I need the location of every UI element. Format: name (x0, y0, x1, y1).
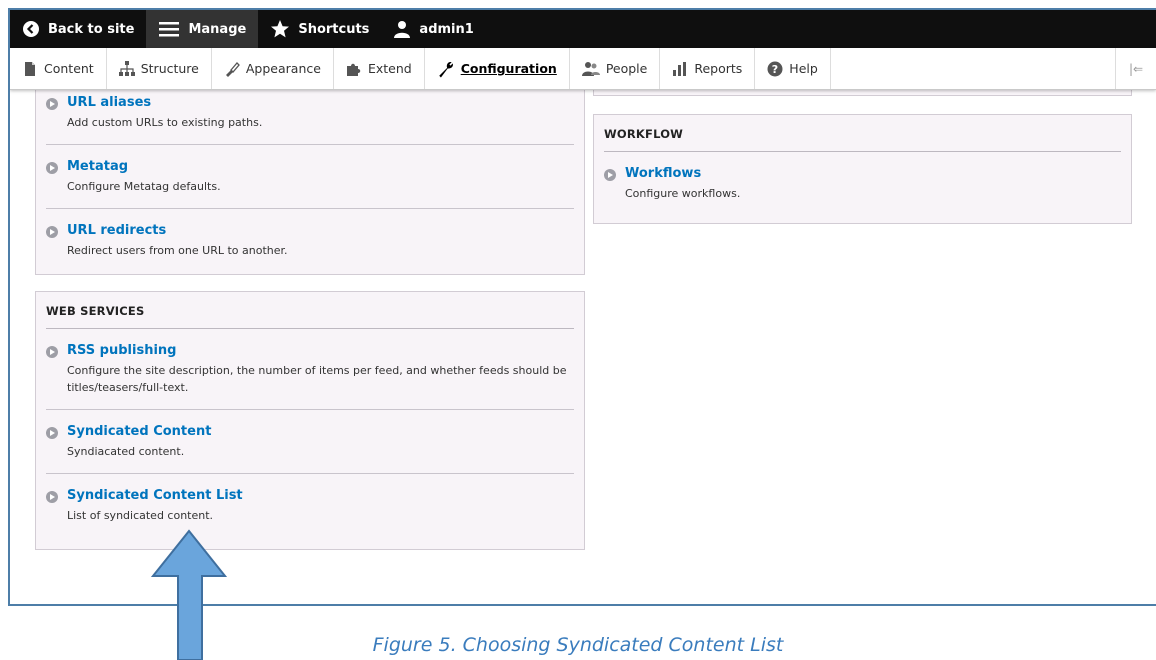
arrow-bullet-icon (46, 226, 58, 238)
admin-toolbar: Back to site Manage Shortcuts admin1 (10, 10, 1156, 48)
workflow-panel: WORKFLOW Workflows Configure workflows. (593, 114, 1132, 224)
panel-title: WORKFLOW (604, 127, 1121, 152)
list-item: Metatag Configure Metatag defaults. (46, 145, 574, 209)
list-item: Workflows Configure workflows. (604, 152, 1121, 215)
tray-item-label: Appearance (245, 61, 321, 76)
arrow-bullet-icon (46, 427, 58, 439)
entry-description: List of syndicated content. (67, 509, 214, 522)
tray-item-label: Reports (694, 61, 743, 76)
tray-item-content[interactable]: Content (10, 48, 107, 89)
workflows-link[interactable]: Workflows (625, 166, 1121, 181)
svg-text:?: ? (772, 63, 778, 76)
tray-item-label: Content (44, 61, 94, 76)
collapse-arrow-icon: |⇐ (1128, 61, 1144, 76)
back-to-site-label: Back to site (48, 21, 135, 37)
list-item: URL aliases Add custom URLs to existing … (46, 81, 574, 145)
entry-description: Configure the site description, the numb… (67, 364, 567, 394)
tray-item-configuration[interactable]: Configuration (425, 48, 570, 89)
manage-label: Manage (188, 21, 247, 37)
paintbrush-icon (225, 61, 240, 77)
help-icon: ? (767, 61, 783, 76)
tray-item-appearance[interactable]: Appearance (212, 48, 334, 89)
toolbar-tray: Content Structure Appearance Extend Conf… (10, 48, 1156, 90)
shortcuts-label: Shortcuts (298, 21, 370, 37)
tray-item-extend[interactable]: Extend (334, 48, 425, 89)
arrow-bullet-icon (604, 169, 616, 181)
file-icon (25, 61, 35, 76)
bar-chart-icon (673, 61, 687, 76)
tray-item-label: Help (789, 61, 818, 76)
arrow-bullet-icon (46, 346, 58, 358)
wrench-icon (438, 61, 453, 77)
back-to-site-link[interactable]: Back to site (10, 10, 146, 48)
arrow-bullet-icon (46, 162, 58, 174)
star-icon (271, 20, 290, 38)
tray-item-label: Extend (367, 61, 412, 76)
metatag-link[interactable]: Metatag (67, 159, 574, 174)
tray-item-structure[interactable]: Structure (107, 48, 212, 89)
entry-description: Configure Metatag defaults. (67, 180, 221, 193)
hamburger-icon (159, 22, 180, 37)
tray-item-label: Configuration (460, 61, 557, 76)
rss-publishing-link[interactable]: RSS publishing (67, 343, 574, 358)
manage-tab[interactable]: Manage (146, 10, 259, 48)
list-item: URL redirects Redirect users from one UR… (46, 209, 574, 272)
entry-description: Redirect users from one URL to another. (67, 244, 288, 257)
tray-item-help[interactable]: ? Help (755, 48, 831, 89)
syndicated-content-link[interactable]: Syndicated Content (67, 424, 574, 439)
people-icon (581, 61, 600, 76)
shortcuts-tab[interactable]: Shortcuts (258, 10, 381, 48)
url-aliases-link[interactable]: URL aliases (67, 95, 574, 110)
web-services-panel: WEB SERVICES RSS publishing Configure th… (35, 291, 585, 550)
figure-caption: Figure 5. Choosing Syndicated Content Li… (372, 634, 784, 656)
tray-orientation-toggle[interactable]: |⇐ (1115, 48, 1156, 89)
list-item: Syndicated Content Syndiacated content. (46, 410, 574, 474)
tray-item-label: Structure (140, 61, 199, 76)
list-item: RSS publishing Configure the site descri… (46, 329, 574, 410)
list-item: Syndicated Content List List of syndicat… (46, 474, 574, 537)
panel-title: WEB SERVICES (46, 304, 574, 329)
tray-item-label: People (605, 61, 648, 76)
entry-description: Add custom URLs to existing paths. (67, 116, 263, 129)
syndicated-content-list-link[interactable]: Syndicated Content List (67, 488, 574, 503)
user-tab[interactable]: admin1 (381, 10, 485, 48)
puzzle-icon (346, 63, 361, 76)
entry-description: Configure workflows. (625, 187, 741, 200)
screenshot-frame: Back to site Manage Shortcuts admin1 Con… (8, 8, 1156, 606)
tray-item-people[interactable]: People (570, 48, 661, 89)
chevron-left-circle-icon (23, 21, 39, 37)
arrow-bullet-icon (46, 491, 58, 503)
arrow-bullet-icon (46, 98, 58, 110)
user-icon (394, 21, 411, 38)
sitemap-icon (118, 60, 135, 76)
entry-description: Syndiacated content. (67, 445, 185, 458)
url-redirects-link[interactable]: URL redirects (67, 223, 574, 238)
user-label: admin1 (419, 21, 474, 37)
tray-item-reports[interactable]: Reports (660, 48, 756, 89)
